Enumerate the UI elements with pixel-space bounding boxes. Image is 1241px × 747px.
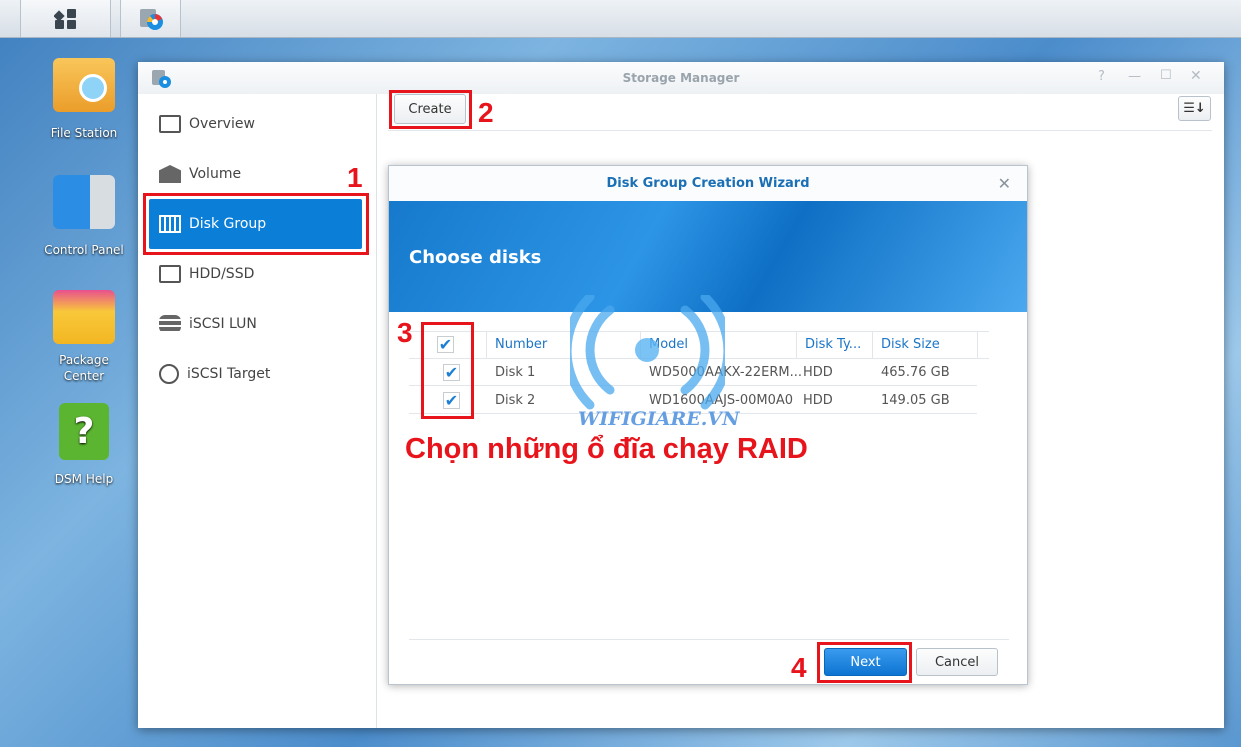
sidebar: Overview Volume Disk Group HDD/SSD iSCSI… [138, 94, 377, 728]
sidebar-item-iscsi-lun[interactable]: iSCSI LUN [149, 299, 362, 349]
package-center-icon [53, 290, 115, 344]
desktop-icon-file-station[interactable]: File Station [34, 58, 134, 140]
desktop-icon-dsm-help[interactable]: ? DSM Help [34, 403, 134, 486]
sidebar-item-label: Volume [189, 166, 242, 182]
volume-icon [159, 165, 181, 183]
desktop-icon-label: Package Center [59, 353, 109, 383]
help-book-icon: ? [59, 403, 109, 460]
desktop-icon-control-panel[interactable]: Control Panel [34, 175, 134, 257]
annotation-number-4: 4 [791, 652, 807, 683]
annotation-number-2: 2 [478, 97, 494, 128]
sidebar-item-label: iSCSI LUN [189, 316, 257, 332]
help-button[interactable]: ? [1098, 69, 1105, 84]
main-menu-icon [53, 8, 76, 29]
sort-icon: ☰↓ [1183, 101, 1206, 116]
maximize-button[interactable]: ☐ [1160, 68, 1172, 83]
folder-search-icon [53, 58, 115, 112]
taskbar-storage-manager[interactable] [120, 0, 181, 37]
disk-number: Disk 2 [495, 393, 536, 408]
minimize-button[interactable]: — [1128, 69, 1141, 84]
annotation-number-3: 3 [397, 317, 413, 348]
globe-icon [159, 364, 179, 384]
annotation-box-4 [817, 642, 912, 683]
desktop-icon-label: File Station [50, 126, 118, 140]
disk-size: 465.76 GB [881, 365, 950, 380]
footer-divider [409, 639, 1009, 640]
sidebar-item-overview[interactable]: Overview [149, 99, 362, 149]
column-header-disk-size[interactable]: Disk Size [872, 331, 978, 358]
taskbar [0, 0, 1241, 38]
desktop-icon-label: Control Panel [44, 243, 124, 257]
wizard-close-icon[interactable]: ✕ [998, 174, 1011, 193]
watermark-text: WIFIGIARE.VN [578, 408, 740, 430]
disk-size: 149.05 GB [881, 393, 950, 408]
desktop-icon-package-center[interactable]: Package Center [34, 290, 134, 384]
sidebar-item-label: Overview [189, 116, 255, 132]
main-menu-button[interactable] [20, 0, 111, 37]
column-header-disk-type[interactable]: Disk Ty... [796, 331, 872, 358]
watermark-wifi-icon [570, 295, 725, 410]
wizard-step-title: Choose disks [409, 247, 542, 268]
desktop-icon-label: DSM Help [54, 472, 114, 486]
annotation-box-2 [389, 90, 472, 129]
annotation-number-1: 1 [347, 162, 363, 193]
hdd-icon [159, 265, 181, 283]
window-title: Storage Manager [622, 71, 740, 85]
overview-icon [159, 115, 181, 133]
wizard-title: Disk Group Creation Wizard [389, 166, 1027, 201]
sidebar-item-label: HDD/SSD [189, 266, 255, 282]
sort-button[interactable]: ☰↓ [1178, 96, 1211, 121]
sidebar-item-volume[interactable]: Volume [149, 149, 362, 199]
sidebar-item-label: iSCSI Target [187, 366, 271, 382]
storage-manager-icon [139, 8, 163, 30]
sidebar-item-hdd-ssd[interactable]: HDD/SSD [149, 249, 362, 299]
cancel-button[interactable]: Cancel [916, 648, 998, 676]
toolbar-divider [388, 130, 1212, 131]
annotation-box-3 [421, 322, 474, 419]
annotation-caption: Chọn những ổ đĩa chạy RAID [405, 433, 808, 465]
disk-number: Disk 1 [495, 365, 536, 380]
disk-type: HDD [803, 393, 833, 408]
control-panel-icon [53, 175, 115, 229]
annotation-box-1 [143, 193, 369, 255]
iscsi-lun-icon [159, 315, 181, 333]
close-button[interactable]: ✕ [1190, 68, 1202, 84]
sidebar-item-iscsi-target[interactable]: iSCSI Target [149, 349, 362, 399]
window-titlebar[interactable]: Storage Manager ? — ☐ ✕ [138, 62, 1224, 94]
disk-type: HDD [803, 365, 833, 380]
